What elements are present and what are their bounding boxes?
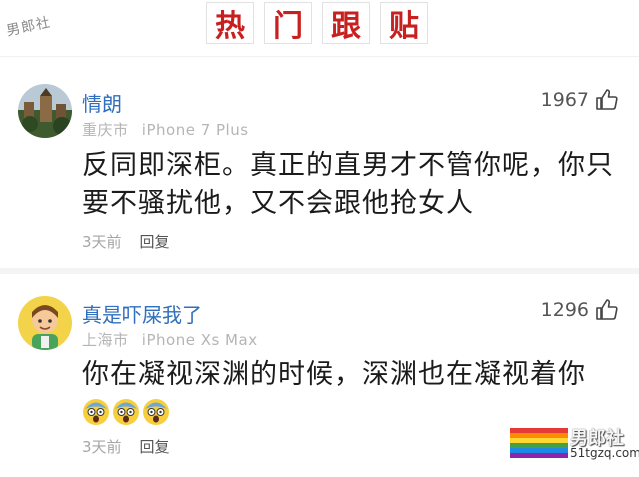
username[interactable]: 真是吓屎我了 [82, 299, 202, 328]
comment-meta: 重庆市 iPhone 7 Plus [82, 119, 257, 140]
location: 重庆市 [82, 121, 129, 139]
timestamp: 3天前 [82, 438, 122, 456]
rainbow-flag-icon [510, 428, 568, 458]
reply-button[interactable]: 回复 [140, 436, 170, 457]
brand-watermark: 男郎社 51tgzq.com [510, 424, 639, 464]
scared-face-icon [113, 399, 139, 425]
device: iPhone Xs Max [141, 331, 258, 349]
header-char: 贴 [380, 2, 428, 44]
reply-button[interactable]: 回复 [140, 231, 170, 252]
emoji-row [82, 398, 170, 426]
comment-text: 你在凝视深渊的时候，深渊也在凝视着你 [82, 359, 586, 390]
comment-footer: 3天前 回复 [82, 436, 170, 457]
scared-face-icon [83, 399, 109, 425]
avatar[interactable] [18, 296, 72, 350]
timestamp: 3天前 [82, 233, 122, 251]
comment-footer: 3天前 回复 [82, 231, 170, 252]
header-char: 门 [264, 2, 312, 44]
comment-text: 反同即深柜。真正的直男才不管你呢，你只要不骚扰他，又不会跟他抢女人 [82, 150, 614, 219]
username[interactable]: 情朗 [82, 88, 122, 117]
scared-face-icon [143, 399, 169, 425]
comment-meta: 上海市 iPhone Xs Max [82, 329, 266, 350]
location: 上海市 [82, 331, 129, 349]
like-control[interactable]: 1967 [541, 88, 619, 112]
brand-url: 51tgzq.com [570, 446, 639, 460]
thumbs-up-icon[interactable] [595, 88, 619, 112]
avatar[interactable] [18, 84, 72, 138]
like-count: 1967 [540, 89, 589, 111]
device: iPhone 7 Plus [141, 121, 249, 139]
divider [0, 56, 639, 57]
header-char: 跟 [322, 2, 370, 44]
like-control[interactable]: 1296 [541, 298, 619, 322]
comment-separator [0, 268, 639, 274]
thumbs-up-icon[interactable] [595, 298, 619, 322]
header-char: 热 [206, 2, 254, 44]
hot-comments-header: 热 门 跟 贴 [0, 0, 639, 50]
like-count: 1296 [540, 299, 589, 321]
